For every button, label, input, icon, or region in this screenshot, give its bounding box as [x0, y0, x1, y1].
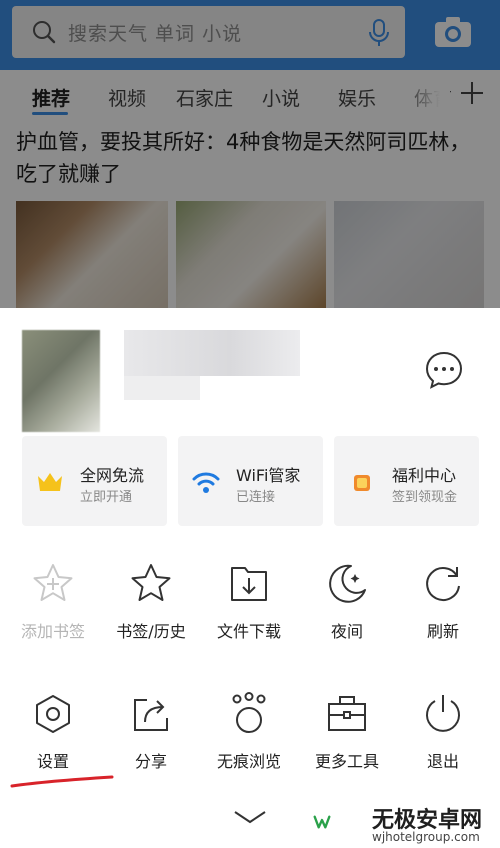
- more-tools-button[interactable]: 更多工具: [302, 692, 392, 772]
- settings-button[interactable]: 设置: [8, 692, 98, 772]
- download-icon: [231, 567, 267, 601]
- file-download-label: 文件下载: [216, 622, 281, 641]
- share-icon: [134, 699, 168, 731]
- bookmarks-history-label: 书签/历史: [116, 622, 186, 641]
- chevron-down-icon[interactable]: [232, 808, 268, 826]
- message-icon[interactable]: [424, 350, 464, 390]
- power-icon: [426, 695, 460, 732]
- refresh-icon: [426, 566, 460, 601]
- settings-hexagon-icon: [36, 695, 70, 733]
- refresh-button[interactable]: 刷新: [398, 562, 488, 642]
- crown-icon: [38, 473, 62, 491]
- menu-sheet: 全网免流 立即开通 WiFi管家 已连接 福利中心 签到领现金 添加书签 书签/…: [0, 308, 500, 848]
- toolbox-icon: [328, 696, 366, 731]
- card-title: 全网免流: [80, 466, 145, 485]
- incognito-paw-icon: [232, 692, 266, 733]
- incognito-label: 无痕浏览: [216, 752, 281, 771]
- share-label: 分享: [134, 752, 167, 771]
- gift-icon: [354, 475, 370, 491]
- watermark-url: wjhotelgroup.com: [372, 830, 480, 844]
- card-title: WiFi管家: [236, 466, 301, 485]
- card-wifi-manager[interactable]: WiFi管家 已连接: [178, 436, 323, 526]
- file-download-button[interactable]: 文件下载: [204, 562, 294, 642]
- exit-button[interactable]: 退出: [398, 692, 488, 772]
- card-subtitle: 立即开通: [80, 490, 133, 505]
- card-welfare-center[interactable]: 福利中心 签到领现金: [334, 436, 479, 526]
- star-icon: [131, 564, 171, 601]
- background-dim-overlay[interactable]: [0, 0, 500, 312]
- refresh-label: 刷新: [426, 622, 459, 641]
- wifi-icon: [192, 472, 220, 493]
- more-tools-label: 更多工具: [314, 752, 379, 771]
- night-mode-label: 夜间: [330, 622, 363, 641]
- card-free-data[interactable]: 全网免流 立即开通: [22, 436, 167, 526]
- bookmarks-history-button[interactable]: 书签/历史: [106, 562, 196, 642]
- avatar[interactable]: [22, 330, 100, 432]
- night-mode-button[interactable]: 夜间: [302, 562, 392, 642]
- add-bookmark-icon: [33, 564, 73, 601]
- card-subtitle: 签到领现金: [392, 490, 458, 505]
- share-button[interactable]: 分享: [106, 692, 196, 772]
- annotation-underline: [10, 775, 114, 788]
- exit-label: 退出: [426, 752, 459, 771]
- incognito-button[interactable]: 无痕浏览: [204, 692, 294, 772]
- username-blurred: [124, 330, 300, 376]
- card-title: 福利中心: [392, 466, 457, 485]
- add-bookmark-label: 添加书签: [20, 622, 85, 641]
- user-info-blurred: [124, 376, 200, 400]
- moon-icon: [329, 564, 366, 603]
- watermark-logo-icon: [313, 815, 331, 829]
- card-subtitle: 已连接: [236, 490, 276, 505]
- add-bookmark-button[interactable]: 添加书签: [8, 562, 98, 642]
- settings-label: 设置: [36, 752, 69, 771]
